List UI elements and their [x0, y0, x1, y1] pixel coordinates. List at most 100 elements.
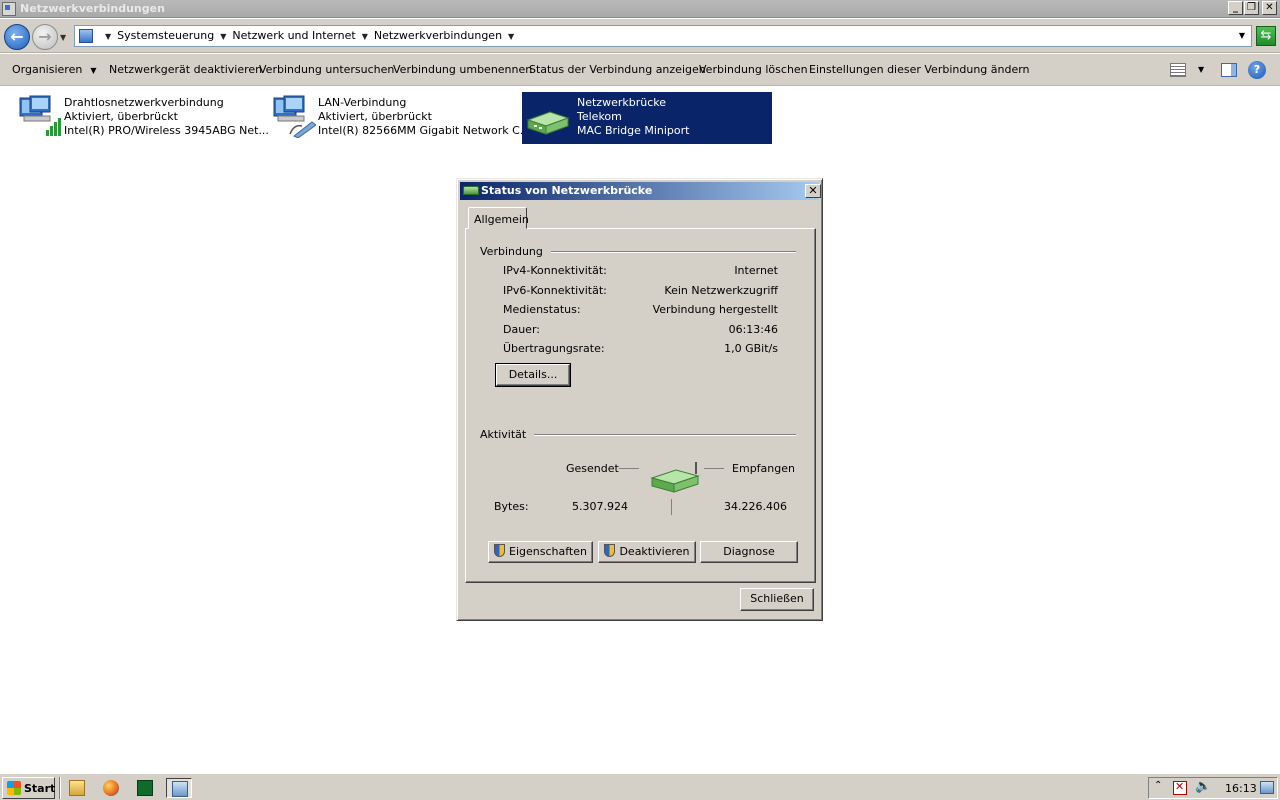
ipv6-value: Kein Netzwerkzugriff	[664, 284, 778, 297]
address-history-dropdown[interactable]: ▼	[1239, 31, 1245, 40]
show-hidden-icons-icon[interactable]: ⌃	[1154, 780, 1162, 791]
lan-network-icon	[273, 95, 316, 138]
chevron-down-icon[interactable]: ▼	[220, 32, 226, 41]
close-button[interactable]: ✕	[1262, 1, 1277, 15]
recent-pages-dropdown[interactable]: ▼	[60, 33, 66, 42]
clock[interactable]: 16:13	[1225, 782, 1257, 795]
connection-device: Intel(R) 82566MM Gigabit Network C...	[318, 124, 531, 137]
divider	[536, 251, 796, 253]
disable-device-command[interactable]: Netzwerkgerät deaktivieren	[109, 63, 262, 76]
arrow-left-icon: ←	[10, 27, 24, 46]
tab-general[interactable]: Allgemein	[468, 207, 529, 229]
arrow-right-icon: →	[38, 27, 52, 46]
breadcrumb-item-systemsteuerung[interactable]: Systemsteuerung	[117, 29, 214, 42]
diagnose-connection-command[interactable]: Verbindung untersuchen	[259, 63, 394, 76]
connection-status: Aktiviert, überbrückt	[64, 110, 178, 123]
ipv4-value: Internet	[734, 264, 778, 277]
action-center-icon[interactable]	[1173, 780, 1187, 795]
rename-connection-command[interactable]: Verbindung umbenennen	[393, 63, 532, 76]
activity-group-label: Aktivität	[480, 428, 535, 441]
back-button[interactable]: ←	[4, 24, 30, 50]
connection-group-label: Verbindung	[480, 245, 551, 258]
resource-monitor-taskbar-button[interactable]	[132, 778, 158, 798]
start-label: Start	[24, 782, 56, 795]
window-title-bar: Netzwerkverbindungen _ ❐ ✕	[0, 0, 1280, 18]
bytes-received-value: 34.226.406	[724, 500, 787, 513]
media-status-label: Medienstatus:	[503, 303, 581, 316]
divider	[59, 777, 61, 799]
dialog-close-button[interactable]: ✕	[805, 184, 821, 198]
address-bar: ← → ▼ ▼ Systemsteuerung ▼ Netzwerk und Inte…	[0, 19, 1280, 53]
windows-logo-icon	[7, 781, 21, 795]
folder-icon	[69, 780, 85, 796]
connection-name: Netzwerkbrücke	[577, 96, 667, 109]
volume-icon[interactable]: 🔈	[1195, 779, 1211, 794]
chart-icon	[137, 780, 153, 796]
network-activity-icon	[650, 462, 700, 493]
network-bridge-icon	[463, 186, 479, 195]
close-dialog-button[interactable]: Schließen	[740, 588, 814, 611]
delete-connection-command[interactable]: Verbindung löschen	[699, 63, 808, 76]
connection-device: Intel(R) PRO/Wireless 3945ABG Net...	[64, 124, 269, 137]
connection-device: MAC Bridge Miniport	[577, 124, 690, 137]
breadcrumb-item-netzwerkverbindungen[interactable]: Netzwerkverbindungen	[374, 29, 502, 42]
firefox-icon	[103, 780, 119, 796]
ipv6-label: IPv6-Konnektivität:	[503, 284, 607, 297]
details-button[interactable]: Details...	[495, 363, 571, 387]
sent-label: Gesendet	[566, 462, 619, 475]
connection-item-wireless[interactable]: Drahtlosnetzwerkverbindung Aktiviert, üb…	[14, 92, 269, 144]
connection-name: Drahtlosnetzwerkverbindung	[64, 96, 224, 109]
duration-label: Dauer:	[503, 323, 540, 336]
network-bridge-icon	[526, 111, 570, 135]
deactivate-button[interactable]: Deaktivieren	[598, 541, 696, 563]
connection-item-bridge[interactable]: Netzwerkbrücke Telekom MAC Bridge Minipo…	[522, 92, 772, 144]
dialog-title-bar[interactable]: Status von Netzwerkbrücke ✕	[460, 182, 821, 200]
maximize-button[interactable]: ❐	[1244, 1, 1259, 15]
breadcrumb: ▼ Systemsteuerung ▼ Netzwerk und Internet ▼ N…	[99, 29, 520, 42]
divider	[704, 468, 724, 469]
breadcrumb-item-netzwerk-und-internet[interactable]: Netzwerk und Internet	[232, 29, 355, 42]
connection-status: Aktiviert, überbrückt	[318, 110, 432, 123]
connection-name: LAN-Verbindung	[318, 96, 407, 109]
view-options-icon[interactable]	[1170, 63, 1186, 77]
refresh-button[interactable]: ⇆	[1256, 26, 1276, 46]
chevron-down-icon[interactable]: ▼	[105, 32, 111, 41]
dialog-title: Status von Netzwerkbrücke	[481, 184, 653, 197]
media-status-value: Verbindung hergestellt	[652, 303, 778, 316]
taskbar: Start ⌃ 🔈 16:13	[0, 773, 1280, 800]
firefox-taskbar-button[interactable]	[98, 778, 124, 798]
chevron-down-icon: ▼	[90, 66, 97, 75]
address-field[interactable]: ▼ Systemsteuerung ▼ Netzwerk und Internet ▼ N…	[74, 25, 1252, 47]
explorer-taskbar-button[interactable]	[64, 778, 90, 798]
control-panel-icon	[79, 29, 93, 43]
start-button[interactable]: Start	[2, 777, 55, 799]
window-icon	[2, 2, 16, 16]
wireless-network-icon	[19, 95, 61, 136]
received-label: Empfangen	[732, 462, 795, 475]
diagnose-button[interactable]: Diagnose	[700, 541, 798, 563]
divider	[619, 468, 639, 469]
status-dialog: Status von Netzwerkbrücke ✕ Allgemein Ve…	[456, 178, 823, 621]
properties-button-label: Eigenschaften	[509, 545, 587, 558]
connection-status: Telekom	[577, 110, 622, 123]
organize-menu[interactable]: Organisieren ▼	[12, 63, 96, 76]
speed-value: 1,0 GBit/s	[724, 342, 778, 355]
bytes-label: Bytes:	[494, 500, 529, 513]
minimize-button[interactable]: _	[1228, 1, 1243, 15]
properties-button[interactable]: Eigenschaften	[488, 541, 593, 563]
chevron-down-icon[interactable]: ▼	[1198, 65, 1204, 74]
change-settings-command[interactable]: Einstellungen dieser Verbindung ändern	[809, 63, 1030, 76]
deactivate-button-label: Deaktivieren	[619, 545, 690, 558]
forward-button[interactable]: →	[32, 24, 58, 50]
network-connections-taskbar-button[interactable]	[166, 778, 192, 798]
help-icon[interactable]: ?	[1248, 61, 1266, 79]
connection-item-lan[interactable]: LAN-Verbindung Aktiviert, überbrückt Int…	[268, 92, 530, 144]
chevron-down-icon[interactable]: ▼	[362, 32, 368, 41]
preview-pane-icon[interactable]	[1221, 63, 1237, 77]
command-bar: Organisieren ▼ Netzwerkgerät deaktivieren…	[0, 54, 1280, 86]
show-desktop-icon[interactable]	[1260, 781, 1274, 794]
view-status-command[interactable]: Status der Verbindung anzeigen	[529, 63, 706, 76]
system-tray: ⌃ 🔈 16:13	[1148, 777, 1278, 799]
chevron-down-icon[interactable]: ▼	[508, 32, 514, 41]
shield-icon	[604, 544, 616, 557]
